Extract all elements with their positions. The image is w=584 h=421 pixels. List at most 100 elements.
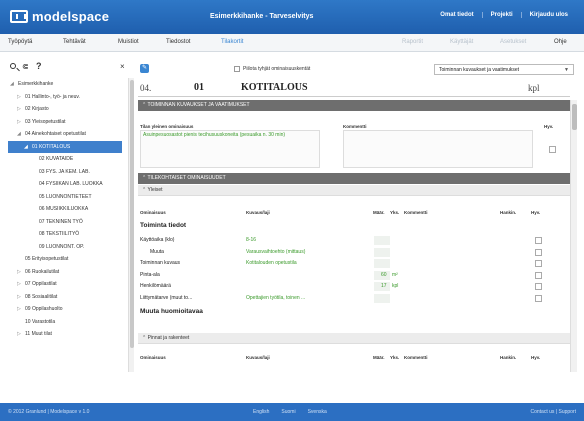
tree-item[interactable]: 05 LUONNONTIETEET xyxy=(8,191,122,204)
general-property-field[interactable]: Asuinpesuosastot pienis tecihusuuskoneit… xyxy=(140,130,320,168)
tree-item[interactable]: ◢ 01 KOTITALOUS xyxy=(8,140,122,154)
tab-help[interactable]: Ohje xyxy=(554,39,567,45)
hide-empty-option[interactable]: Piilota tyhjät ominaisuuskentät xyxy=(234,66,310,72)
tree-expand-icon[interactable]: ▷ xyxy=(17,278,25,291)
header-link-profile[interactable]: Omat tiedot xyxy=(432,12,481,18)
tab-memos[interactable]: Muistiot xyxy=(118,39,139,45)
quantity-field[interactable] xyxy=(374,236,390,245)
spacer xyxy=(0,372,584,403)
tree-item[interactable]: ▷ 09 Oppilashuolto xyxy=(8,303,122,316)
header-link-logout[interactable]: Kirjaudu ulos xyxy=(520,12,576,18)
tree-item-label: Esimerkkihanke xyxy=(18,81,54,87)
tree-item[interactable]: 06 MUSIIKKILUOKKA xyxy=(8,203,122,216)
approved-checkbox[interactable] xyxy=(535,248,542,256)
tree-item[interactable]: 02 KUVATAIDE xyxy=(8,153,122,166)
tree-item[interactable]: ▷ 11 Muut tilat xyxy=(8,328,122,341)
tree-expand-icon[interactable]: ▷ xyxy=(17,291,25,304)
contact-links[interactable]: Contact us | Support xyxy=(531,409,577,415)
copyright: © 2012 Granlund | Modelspace v 1.0 xyxy=(8,409,90,415)
tree-expand-icon[interactable]: ◢ xyxy=(17,128,25,141)
subsection-title: Yleiset xyxy=(147,187,163,193)
tree-expand-icon[interactable]: ◢ xyxy=(10,78,18,91)
section-header-room-properties[interactable]: ⌃ TILEKOHTAISET OMINAISUUDET xyxy=(138,173,570,184)
footer: © 2012 Granlund | Modelspace v 1.0 Engli… xyxy=(0,403,584,421)
tab-settings[interactable]: Asetukset xyxy=(500,39,526,45)
tree-toolbar: ⋐ ? × xyxy=(8,60,128,74)
tree-item[interactable]: 09 LUONNONT. OP. xyxy=(8,241,122,254)
tree-item[interactable]: ▷ 06 Ruokailutilat xyxy=(8,266,122,279)
subsection-general[interactable]: ⌃ Yleiset xyxy=(138,185,570,196)
tree-scroll-thumb[interactable] xyxy=(130,80,134,348)
language-links: English Suomi Svenska xyxy=(253,409,339,415)
tree-scrollbar[interactable] xyxy=(128,78,134,372)
tab-users[interactable]: Käyttäjät xyxy=(450,39,473,45)
content-scroll-thumb[interactable] xyxy=(572,104,577,130)
view-select[interactable]: Toiminnan kuvaukset ja vaatimukset ▼ xyxy=(434,64,574,75)
tree-expand-icon[interactable]: ◢ xyxy=(24,141,32,154)
general-property-value: Asuinpesuosastot pienis tecihusuuskoneit… xyxy=(143,132,286,138)
approved-checkbox[interactable] xyxy=(535,260,542,267)
close-icon[interactable]: × xyxy=(120,62,125,71)
tree-item[interactable]: ▷ 08 Sosiaalitilat xyxy=(8,291,122,304)
property-quantity: 60 xyxy=(381,271,387,278)
tree-item[interactable]: 05 Erityisopetustilat xyxy=(8,253,122,266)
tree-expand-icon[interactable]: ▷ xyxy=(17,91,25,104)
tree-item[interactable]: ◢ Esimerkkihanke xyxy=(8,78,122,91)
edit-icon[interactable]: ✎ xyxy=(140,64,149,73)
quantity-field[interactable] xyxy=(374,247,390,257)
hide-empty-checkbox[interactable] xyxy=(234,66,240,72)
approved-checkbox[interactable] xyxy=(535,283,542,290)
comment-field[interactable] xyxy=(343,130,533,168)
feed-icon[interactable]: ⋐ xyxy=(22,62,29,71)
approved-checkbox[interactable] xyxy=(535,237,542,244)
tree-expand-icon[interactable]: ▷ xyxy=(17,266,25,279)
tab-files[interactable]: Tiedostot xyxy=(166,39,190,45)
tree-item[interactable]: 08 TEKSTIILITYÖ xyxy=(8,228,122,241)
lang-swedish[interactable]: Svenska xyxy=(308,409,327,415)
property-name: Käyttöaika (klo) xyxy=(140,237,175,243)
col-header-acquisition: Hankin. xyxy=(500,355,517,360)
content-scrollbar[interactable] xyxy=(570,100,577,372)
tree-item[interactable]: 03 FYS. JA KEM. LAB. xyxy=(8,166,122,179)
quantity-field[interactable] xyxy=(374,293,390,303)
property-row[interactable]: Pinta-ala 60 m² xyxy=(138,270,570,280)
header-links: Omat tiedot Projekti Kirjaudu ulos xyxy=(432,12,576,18)
lang-english[interactable]: English xyxy=(253,409,269,415)
tree-item[interactable]: 10 Varastotila xyxy=(8,316,122,329)
quantity-field[interactable] xyxy=(374,259,390,268)
property-row[interactable]: Henkilömäärä 17 kpl xyxy=(138,282,570,291)
section-header-requirements[interactable]: ⌃ TOIMINNAN KUVAUKSET JA VAATIMUKSET xyxy=(138,100,570,111)
tab-tasks[interactable]: Tehtävät xyxy=(63,39,86,45)
approved-checkbox[interactable] xyxy=(535,294,542,302)
tree-item[interactable]: 04 FYSIIKAN LAB. LUOKKA xyxy=(8,178,122,191)
room-code: 01 xyxy=(194,82,204,93)
subsection-surfaces[interactable]: ⌃ Pinnat ja rakenteet xyxy=(138,333,570,344)
property-row[interactable]: Toiminnan kuvaus Kotitalouden opetustila xyxy=(138,259,570,268)
property-row[interactable]: Käyttöaika (klo) 8-16 xyxy=(138,236,570,245)
tree-item[interactable]: 07 TEKNINEN TYÖ xyxy=(8,216,122,229)
tree-item[interactable]: ▷ 07 Oppilastilat xyxy=(8,278,122,291)
tree-item[interactable]: ▷ 02 Kirjasto xyxy=(8,103,122,116)
logo[interactable]: modelspace xyxy=(10,9,109,24)
help-icon[interactable]: ? xyxy=(36,61,42,71)
header-link-project[interactable]: Projekti xyxy=(481,12,521,18)
room-unit: kpl xyxy=(528,83,540,93)
tab-desktop[interactable]: Työpöytä xyxy=(8,39,32,45)
col-header-comment: Kommentti xyxy=(404,210,428,215)
tree-expand-icon[interactable]: ▷ xyxy=(17,303,25,316)
tree-expand-icon[interactable]: ▷ xyxy=(17,103,25,116)
tree-expand-icon[interactable]: ▷ xyxy=(17,328,25,341)
tree-expand-icon[interactable]: ▷ xyxy=(17,116,25,129)
approved-checkbox[interactable] xyxy=(549,146,556,153)
tab-room-cards[interactable]: Tilakortit xyxy=(221,39,243,45)
tree-item[interactable]: ▷ 01 Hallinto-, työ- ja neuv. xyxy=(8,91,122,104)
property-row[interactable]: Muuta Varausvaihtoehto (mittaus) xyxy=(138,247,570,257)
property-row[interactable]: Liittymätarve (muut to... Opettajien työt… xyxy=(138,293,570,303)
search-icon[interactable] xyxy=(10,63,16,69)
lang-finnish[interactable]: Suomi xyxy=(281,409,295,415)
tree-item[interactable]: ◢ 04 Ainekohtaiset opetustilat xyxy=(8,128,122,141)
tab-reports[interactable]: Raportit xyxy=(402,39,423,45)
property-name: Muuta xyxy=(150,248,164,255)
approved-checkbox[interactable] xyxy=(535,271,542,279)
tree-item[interactable]: ▷ 03 Yleisopetustilat xyxy=(8,116,122,129)
